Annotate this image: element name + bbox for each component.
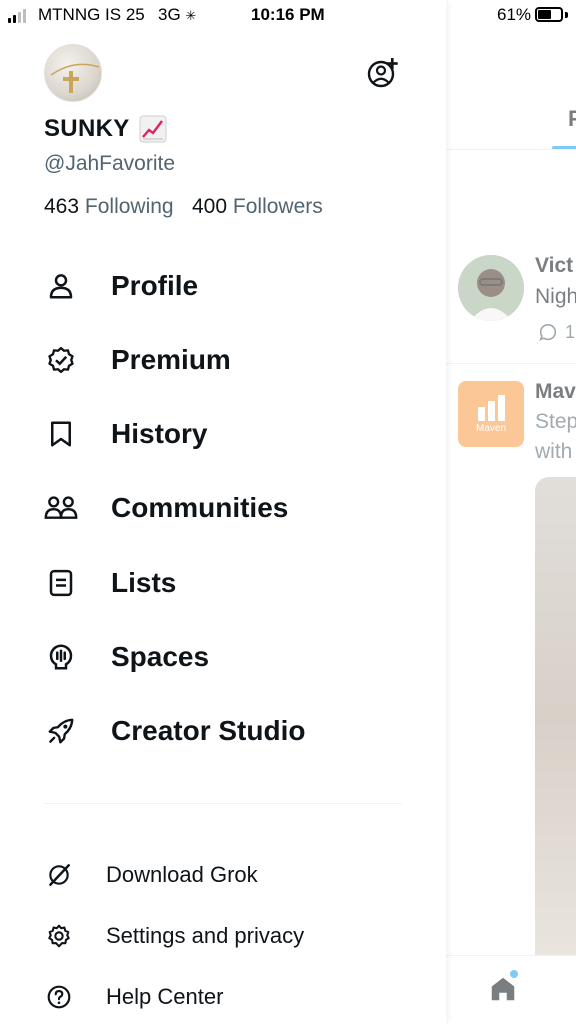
battery-level-fill	[538, 10, 551, 19]
following-label: Following	[84, 195, 174, 218]
display-name[interactable]: SUNKY	[44, 115, 130, 143]
nav-item-communities[interactable]: Communities	[40, 480, 420, 536]
followers-count: 400	[192, 195, 228, 218]
nav-label: Communities	[111, 492, 289, 523]
nav-item-creator-studio[interactable]: Creator Studio	[40, 703, 420, 759]
user-handle: @JahFavorite	[44, 152, 176, 175]
menu-label: Help Center	[106, 984, 224, 1009]
rocket-icon	[44, 714, 78, 748]
nav-label: Premium	[111, 344, 231, 375]
nav-label: Spaces	[111, 641, 210, 672]
gear-icon	[44, 921, 74, 951]
menu-divider	[44, 803, 402, 804]
status-bar: MTNNG IS 25 3G ✳ 10:16 PM 61%	[0, 0, 576, 30]
nav-label: Lists	[111, 567, 177, 598]
following-count: 463	[44, 195, 80, 218]
battery-percent: 61%	[497, 5, 532, 24]
signal-bar	[23, 9, 26, 23]
people-icon	[44, 491, 78, 525]
nav-label: Profile	[111, 270, 199, 301]
clock: 10:16 PM	[251, 5, 325, 24]
followers-label: Followers	[232, 195, 323, 218]
signal-bar	[8, 18, 11, 23]
person-icon	[44, 269, 78, 303]
nav-label: Creator Studio	[111, 715, 306, 746]
following-link[interactable]: 463 Following	[44, 195, 174, 219]
nav-item-spaces[interactable]: Spaces	[40, 629, 420, 685]
signal-bar	[13, 15, 16, 23]
grok-icon	[44, 860, 74, 890]
menu-label: Settings and privacy	[106, 923, 305, 948]
drawer-scrim[interactable]	[446, 0, 576, 1024]
nav-item-premium[interactable]: Premium	[40, 332, 420, 388]
menu-item-help-center[interactable]: Help Center	[40, 973, 420, 1021]
network-type: 3G ✳	[158, 5, 196, 25]
bookmark-icon	[44, 417, 78, 451]
activity-spinner-icon: ✳	[185, 8, 197, 23]
cross-necklace-image	[50, 63, 100, 93]
menu-item-settings-privacy[interactable]: Settings and privacy	[40, 912, 420, 960]
microphone-icon	[44, 640, 78, 674]
battery-icon	[535, 7, 563, 22]
carrier-name: MTNNG IS 25	[38, 5, 145, 24]
menu-label: Download Grok	[106, 862, 258, 887]
list-icon	[44, 566, 78, 600]
help-icon	[44, 982, 74, 1012]
battery-cap	[565, 12, 568, 18]
menu-item-download-grok[interactable]: Download Grok	[40, 851, 420, 899]
followers-link[interactable]: 400 Followers	[192, 195, 323, 219]
signal-strength-icon	[8, 9, 26, 23]
nav-item-profile[interactable]: Profile	[40, 258, 420, 314]
side-drawer: SUNKY @JahFavorite 463 Following 400 Fol…	[0, 0, 446, 1024]
network-label: 3G	[158, 5, 181, 24]
verified-badge-icon	[44, 343, 78, 377]
signal-bar	[18, 12, 21, 23]
add-account-icon[interactable]	[366, 56, 400, 90]
nav-item-lists[interactable]: Lists	[40, 555, 420, 611]
chart-increasing-emoji-icon	[139, 115, 167, 143]
nav-label: History	[111, 418, 208, 449]
nav-item-history[interactable]: History	[40, 406, 420, 462]
profile-avatar[interactable]	[44, 44, 102, 102]
